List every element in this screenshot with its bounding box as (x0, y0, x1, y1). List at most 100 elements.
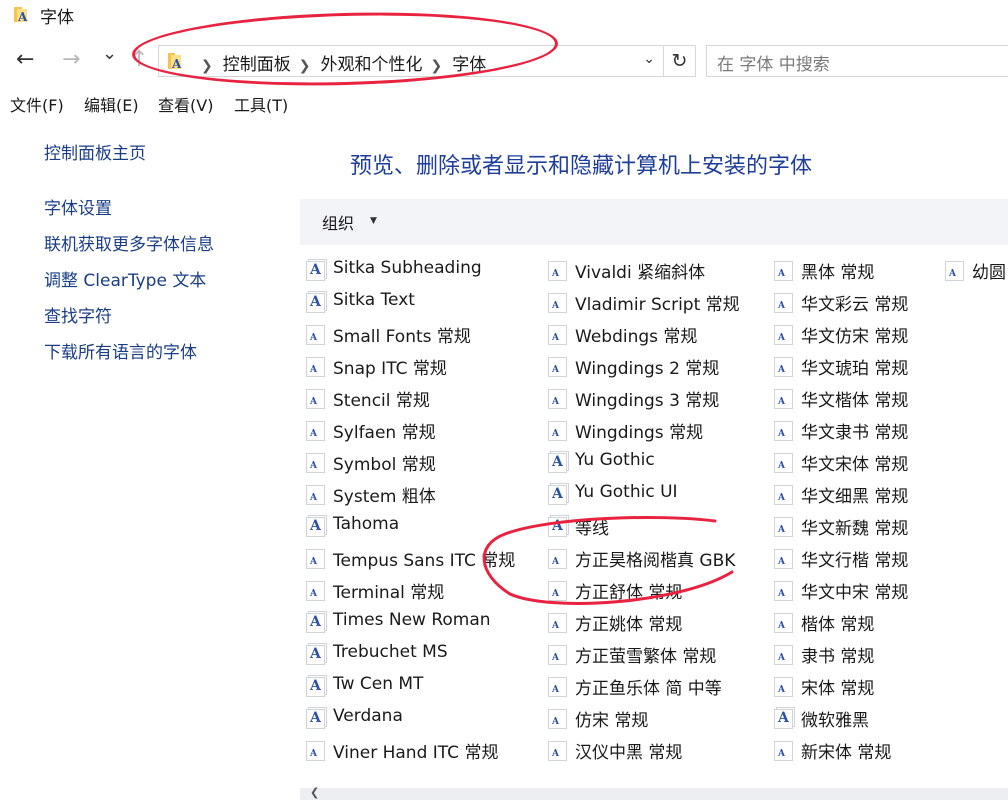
font-item-label: 方正姚体 常规 (575, 615, 683, 635)
sidebar-link-font-settings[interactable]: 字体设置 (44, 194, 112, 219)
page-title: 预览、删除或者显示和隐藏计算机上安装的字体 (350, 154, 813, 179)
font-item-label: 华文行楷 常规 (801, 551, 909, 571)
font-file-icon (548, 421, 567, 441)
font-file-icon (774, 613, 793, 633)
window-title: 字体 (40, 8, 74, 28)
font-item-label: 华文琥珀 常规 (801, 359, 909, 379)
font-family-icon (306, 677, 325, 697)
font-item-label: Sitka Text (333, 290, 415, 310)
font-item-label: Viner Hand ITC 常规 (333, 743, 499, 763)
font-file-icon (306, 389, 325, 409)
forward-arrow-icon[interactable]: → (62, 48, 80, 72)
font-item-label: 华文宋体 常规 (801, 455, 909, 475)
font-item-label: 华文仿宋 常规 (801, 327, 909, 347)
font-family-icon (548, 453, 567, 473)
font-item-label: 黑体 常规 (801, 263, 875, 283)
organize-button[interactable]: 组织 (322, 210, 354, 234)
font-family-icon (306, 293, 325, 313)
font-item-label: 方正萤雪繁体 常规 (575, 647, 717, 667)
font-file-icon (774, 581, 793, 601)
font-family-icon (306, 261, 325, 281)
recent-locations-chevron-icon[interactable]: ⌄ (102, 42, 117, 66)
font-item-label: 幼圆 (972, 263, 1006, 283)
font-file-icon (774, 325, 793, 345)
menu-file[interactable]: 文件(F) (10, 92, 64, 116)
font-file-icon (774, 357, 793, 377)
font-item-label: 楷体 常规 (801, 615, 875, 635)
menu-edit[interactable]: 编辑(E) (84, 92, 139, 116)
font-file-icon (774, 677, 793, 697)
font-item-label: Sitka Subheading (333, 258, 482, 278)
font-family-icon (548, 485, 567, 505)
font-file-icon (774, 741, 793, 761)
font-item-label: System 粗体 (333, 487, 436, 507)
font-file-icon (548, 741, 567, 761)
sidebar-link-download-fonts[interactable]: 下载所有语言的字体 (44, 338, 197, 363)
font-file-icon (774, 261, 793, 281)
font-item-label: Symbol 常规 (333, 455, 436, 475)
font-file-icon (306, 581, 325, 601)
font-family-icon (774, 709, 793, 729)
font-file-icon (306, 741, 325, 761)
font-item-label: Webdings 常规 (575, 327, 698, 347)
font-file-icon (774, 293, 793, 313)
annotation-curve (482, 515, 734, 605)
font-item-label: Tahoma (333, 514, 400, 534)
font-item-label: 新宋体 常规 (801, 743, 892, 763)
menu-view[interactable]: 查看(V) (158, 92, 213, 116)
font-item-label: Stencil 常规 (333, 391, 430, 411)
font-file-icon (774, 421, 793, 441)
font-item-label: Wingdings 2 常规 (575, 359, 720, 379)
font-file-icon (774, 645, 793, 665)
svg-text:A: A (17, 10, 28, 24)
sidebar-link-find-character[interactable]: 查找字符 (44, 302, 112, 327)
font-file-icon (548, 677, 567, 697)
chevron-down-icon[interactable]: ▼ (370, 216, 377, 226)
font-item-label: 华文新魏 常规 (801, 519, 909, 539)
font-item-label: Trebuchet MS (333, 642, 448, 662)
font-item-label: Snap ITC 常规 (333, 359, 447, 379)
font-file-icon (548, 293, 567, 313)
font-file-icon (548, 709, 567, 729)
font-file-icon (548, 613, 567, 633)
sidebar-link-get-font-info[interactable]: 联机获取更多字体信息 (44, 230, 214, 255)
font-item-label: 微软雅黑 (801, 711, 869, 731)
font-item-label: 宋体 常规 (801, 679, 875, 699)
menu-tools[interactable]: 工具(T) (234, 92, 288, 116)
font-file-icon (306, 357, 325, 377)
font-item-label: Times New Roman (333, 610, 491, 630)
font-file-icon (306, 453, 325, 473)
font-family-icon (306, 709, 325, 729)
font-file-icon (306, 485, 325, 505)
font-item-label: Small Fonts 常规 (333, 327, 471, 347)
horizontal-scrollbar[interactable]: ❮ (300, 786, 1008, 800)
font-item-label: 华文楷体 常规 (801, 391, 909, 411)
sidebar-link-cleartype[interactable]: 调整 ClearType 文本 (44, 266, 206, 291)
font-file-icon (945, 261, 964, 281)
search-input[interactable]: 在 字体 中搜索 (706, 45, 1008, 77)
font-file-icon (548, 325, 567, 345)
font-item-label: Yu Gothic UI (575, 482, 678, 502)
font-family-icon (306, 645, 325, 665)
font-file-icon (774, 389, 793, 409)
font-item-label: 方正鱼乐体 简 中等 (575, 679, 722, 699)
font-file-icon (306, 421, 325, 441)
font-family-icon (306, 517, 325, 537)
command-toolbar: 组织 ▼ (300, 199, 1008, 245)
font-item-label: Wingdings 3 常规 (575, 391, 720, 411)
font-file-icon (774, 485, 793, 505)
scroll-left-icon[interactable]: ❮ (310, 786, 319, 799)
font-file-icon (306, 325, 325, 345)
font-item-label: Yu Gothic (575, 450, 655, 470)
sidebar-link-home[interactable]: 控制面板主页 (44, 139, 146, 164)
font-file-icon (548, 357, 567, 377)
font-item-label: 华文隶书 常规 (801, 423, 909, 443)
font-item-label: Vivaldi 紧缩斜体 (575, 263, 706, 283)
font-item-label: Verdana (333, 706, 403, 726)
font-file-icon (548, 645, 567, 665)
font-item-label: Wingdings 常规 (575, 423, 704, 443)
back-arrow-icon[interactable]: ← (16, 48, 34, 72)
refresh-icon[interactable]: ↻ (664, 45, 696, 77)
font-item-label: 华文彩云 常规 (801, 295, 909, 315)
address-dropdown-icon[interactable]: ⌄ (643, 51, 655, 67)
